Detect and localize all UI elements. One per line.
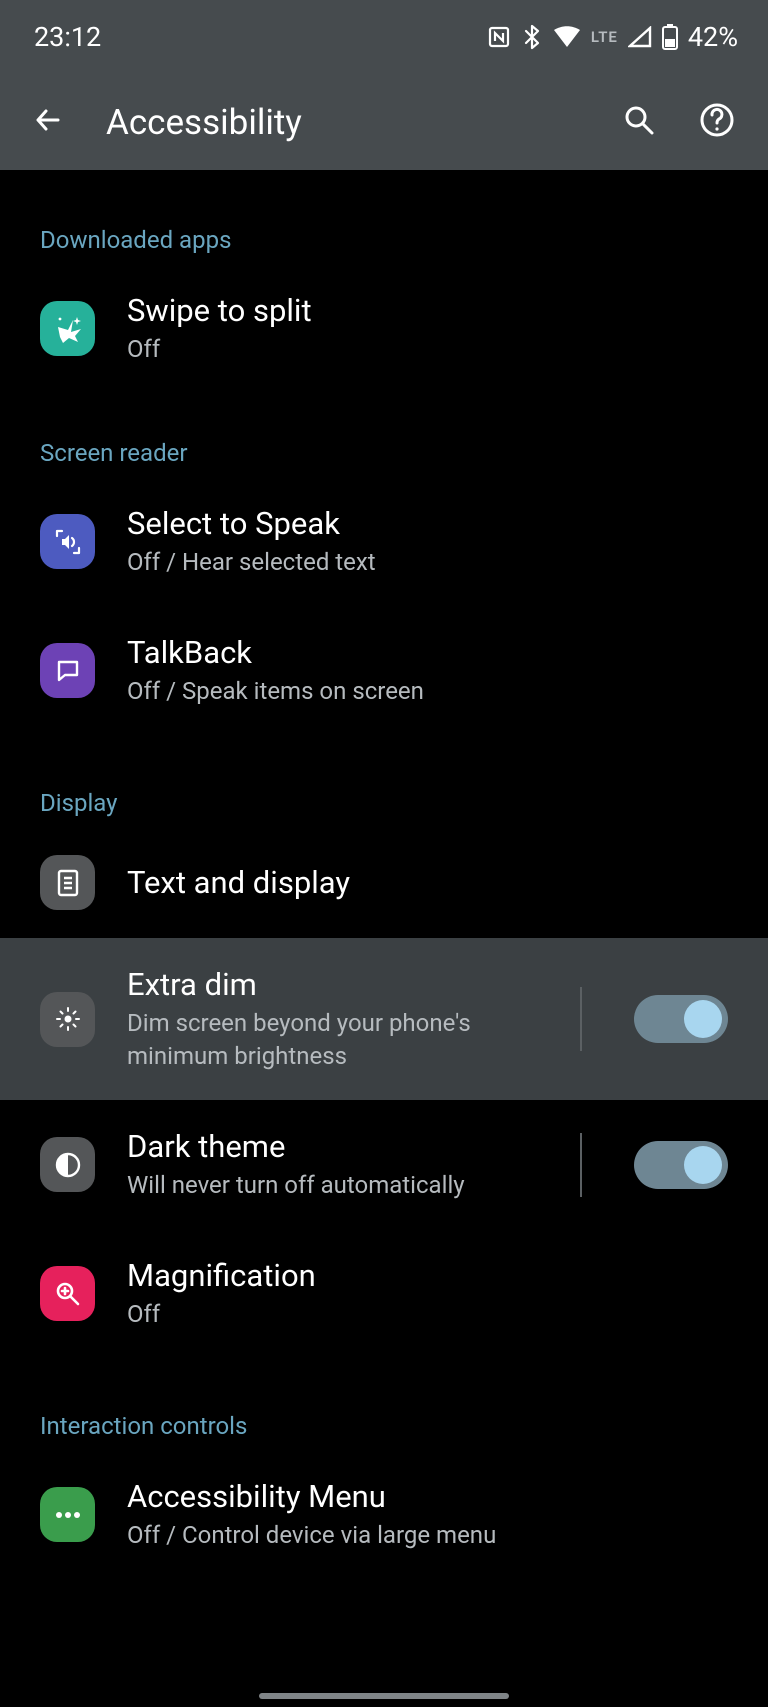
item-title: Select to Speak	[127, 505, 728, 544]
status-icons: LTE 42%	[487, 21, 738, 53]
wifi-icon	[553, 26, 581, 48]
section-downloaded-apps: Downloaded apps	[0, 180, 768, 264]
item-title: Swipe to split	[127, 292, 728, 331]
lte-label: LTE	[591, 28, 618, 46]
item-swipe-to-split[interactable]: Swipe to split Off	[0, 264, 768, 393]
item-title: Dark theme	[127, 1128, 536, 1167]
signal-icon	[628, 26, 652, 48]
navigation-handle[interactable]	[259, 1693, 509, 1699]
item-subtitle: Dim screen beyond your phone's minimum b…	[127, 1007, 536, 1072]
select-to-speak-icon	[40, 514, 95, 569]
back-icon[interactable]	[32, 104, 64, 140]
item-title: Accessibility Menu	[127, 1478, 728, 1517]
item-subtitle: Off	[127, 1298, 728, 1330]
battery-percent: 42%	[688, 21, 738, 53]
extra-dim-icon	[40, 992, 95, 1047]
search-icon[interactable]	[622, 103, 656, 141]
magnification-icon	[40, 1266, 95, 1321]
extra-dim-toggle[interactable]	[634, 995, 728, 1043]
section-screen-reader: Screen reader	[0, 393, 768, 477]
item-title: Text and display	[127, 864, 728, 903]
nfc-icon	[487, 25, 511, 49]
item-subtitle: Off / Control device via large menu	[127, 1519, 728, 1551]
talkback-icon	[40, 643, 95, 698]
divider	[580, 1133, 582, 1197]
item-title: TalkBack	[127, 634, 728, 673]
dark-theme-icon	[40, 1137, 95, 1192]
item-subtitle: Off / Hear selected text	[127, 546, 728, 578]
divider	[580, 987, 582, 1051]
section-interaction-controls: Interaction controls	[0, 1358, 768, 1450]
item-subtitle: Off / Speak items on screen	[127, 675, 728, 707]
bluetooth-icon	[521, 24, 543, 50]
item-accessibility-menu[interactable]: Accessibility Menu Off / Control device …	[0, 1450, 768, 1579]
status-time: 23:12	[34, 21, 101, 53]
item-talkback[interactable]: TalkBack Off / Speak items on screen	[0, 606, 768, 735]
status-bar: 23:12 LTE 42%	[0, 0, 768, 74]
swipe-to-split-icon	[40, 301, 95, 356]
page-title: Accessibility	[106, 102, 580, 143]
item-subtitle: Off	[127, 333, 728, 365]
battery-icon	[662, 24, 678, 50]
item-magnification[interactable]: Magnification Off	[0, 1229, 768, 1358]
accessibility-menu-icon	[40, 1487, 95, 1542]
help-icon[interactable]	[698, 101, 736, 143]
dark-theme-toggle[interactable]	[634, 1141, 728, 1189]
item-title: Magnification	[127, 1257, 728, 1296]
item-select-to-speak[interactable]: Select to Speak Off / Hear selected text	[0, 477, 768, 606]
item-dark-theme[interactable]: Dark theme Will never turn off automatic…	[0, 1100, 768, 1229]
section-display: Display	[0, 735, 768, 827]
item-extra-dim[interactable]: Extra dim Dim screen beyond your phone's…	[0, 938, 768, 1100]
item-title: Extra dim	[127, 966, 536, 1005]
item-text-and-display[interactable]: Text and display	[0, 827, 768, 938]
settings-content: Downloaded apps Swipe to split Off Scree…	[0, 170, 768, 1579]
text-display-icon	[40, 855, 95, 910]
item-subtitle: Will never turn off automatically	[127, 1169, 536, 1201]
app-bar: Accessibility	[0, 74, 768, 170]
